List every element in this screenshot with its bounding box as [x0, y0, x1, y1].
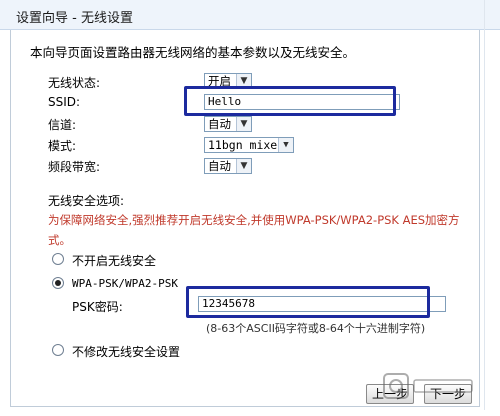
intro-text: 本向导页面设置路由器无线网络的基本参数以及无线安全。	[30, 45, 356, 60]
chevron-down-icon: ▼	[236, 117, 251, 131]
psk-label: PSK密码:	[72, 300, 123, 314]
bandwidth-select[interactable]: 自动 ▼	[204, 158, 252, 174]
radio-disable-security[interactable]	[52, 253, 64, 265]
psk-highlight-box	[186, 286, 430, 318]
channel-label: 信道:	[48, 118, 77, 132]
prev-button[interactable]: 上一步	[366, 384, 414, 404]
radio-keep-security[interactable]	[52, 344, 64, 356]
security-warning-line2: 式。	[48, 233, 71, 247]
bandwidth-value: 自动	[208, 159, 231, 173]
frame-border-right	[479, 30, 480, 406]
psk-hint: (8-63个ASCII码字符或8-64个十六进制字符)	[206, 322, 426, 335]
next-button[interactable]: 下一步	[424, 384, 472, 404]
chevron-down-icon: ▼	[236, 159, 251, 173]
security-heading: 无线安全选项:	[48, 194, 125, 208]
wireless-status-label: 无线状态:	[48, 76, 101, 90]
frame-border-bottom	[10, 406, 480, 407]
option-disable-security-label: 不开启无线安全	[72, 254, 157, 268]
chevron-down-icon: ▼	[278, 138, 293, 152]
channel-select[interactable]: 自动 ▼	[204, 116, 252, 132]
mode-label: 模式:	[48, 139, 77, 153]
title-bar: 设置向导 - 无线设置	[0, 0, 500, 30]
frame-border-left	[10, 30, 11, 406]
mode-select[interactable]: 11bgn mixed ▼	[204, 137, 294, 153]
ssid-highlight-box	[184, 86, 396, 116]
option-wpa-psk-label: WPA-PSK/WPA2-PSK	[72, 277, 178, 290]
option-keep-security-label: 不修改无线安全设置	[72, 345, 181, 359]
frame-border-outer	[484, 0, 485, 410]
security-warning-line1: 为保障网络安全,强烈推荐开启无线安全,并使用WPA-PSK/WPA2-PSK A…	[48, 213, 460, 227]
bandwidth-label: 频段带宽:	[48, 160, 101, 174]
window-title: 设置向导 - 无线设置	[16, 11, 133, 26]
mode-value: 11bgn mixed	[208, 138, 285, 152]
radio-wpa-psk[interactable]	[52, 277, 64, 289]
channel-value: 自动	[208, 117, 231, 131]
ssid-label: SSID:	[48, 95, 81, 109]
